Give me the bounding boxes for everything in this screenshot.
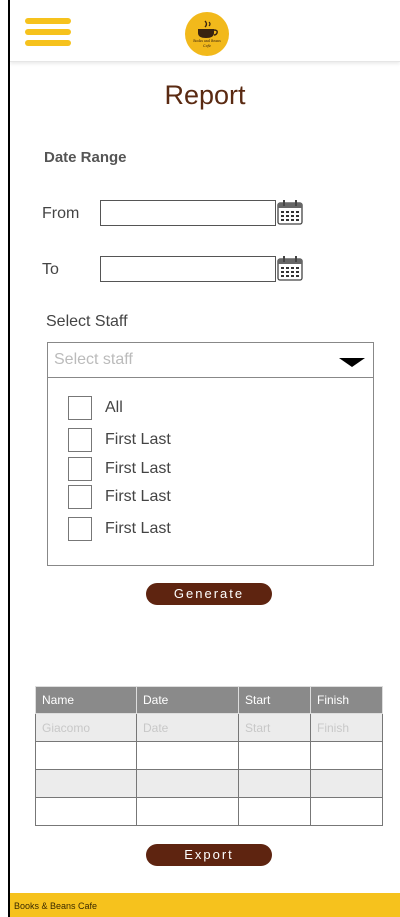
staff-option[interactable]: First Last [68, 428, 171, 452]
select-staff-label: Select Staff [46, 313, 128, 330]
staff-select[interactable]: Select staff [47, 342, 374, 378]
table-cell [238, 769, 311, 798]
table-cell: Date [136, 713, 239, 742]
from-label: From [42, 205, 80, 222]
logo-text-line1: Books and Beans [193, 39, 221, 43]
checkbox[interactable] [68, 396, 92, 420]
staff-option-label: All [105, 399, 123, 416]
from-date-input[interactable] [100, 200, 276, 226]
coffee-cup-icon: Books and Beans Cafe [193, 20, 221, 48]
table-cell [35, 741, 137, 770]
to-date-input[interactable] [100, 256, 276, 282]
staff-option-label: First Last [105, 431, 171, 448]
staff-checkbox-list: All First Last First Last First Last Fir… [47, 378, 374, 566]
staff-option[interactable]: First Last [68, 485, 171, 509]
table-cell [136, 797, 239, 826]
table-cell: Giacomo [35, 713, 137, 742]
staff-select-placeholder: Select staff [54, 351, 133, 368]
footer-bar: Books & Beans Cafe [10, 893, 400, 917]
staff-option-all[interactable]: All [68, 396, 123, 420]
table-cell [35, 797, 137, 826]
staff-option-label: First Last [105, 460, 171, 477]
app-frame: Books and Beans Cafe Report Date Range F… [8, 0, 400, 917]
table-row[interactable]: Giacomo Date Start Finish [35, 713, 383, 742]
table-row[interactable] [35, 769, 383, 798]
table-cell [310, 797, 383, 826]
export-button[interactable]: Export [146, 844, 272, 866]
staff-option-label: First Last [105, 488, 171, 505]
checkbox[interactable] [68, 428, 92, 452]
table-cell [238, 797, 311, 826]
column-header-name[interactable]: Name [35, 686, 137, 714]
table-cell [136, 741, 239, 770]
calendar-icon[interactable] [276, 254, 304, 282]
checkbox[interactable] [68, 517, 92, 541]
checkbox[interactable] [68, 457, 92, 481]
checkbox[interactable] [68, 485, 92, 509]
generate-button[interactable]: Generate [146, 583, 272, 605]
dropdown-arrow-icon [339, 358, 365, 367]
cafe-logo[interactable]: Books and Beans Cafe [185, 12, 229, 56]
staff-option-label: First Last [105, 520, 171, 537]
table-header-row: Name Date Start Finish [35, 686, 383, 714]
date-range-heading: Date Range [44, 149, 127, 166]
table-cell: Start [238, 713, 311, 742]
column-header-date[interactable]: Date [136, 686, 239, 714]
table-cell [310, 741, 383, 770]
column-header-start[interactable]: Start [238, 686, 311, 714]
table-cell: Finish [310, 713, 383, 742]
logo-text-line2: Cafe [203, 44, 211, 48]
staff-option[interactable]: First Last [68, 457, 171, 481]
to-label: To [42, 261, 59, 278]
table-cell [310, 769, 383, 798]
page-title: Report [164, 80, 246, 110]
header-bar: Books and Beans Cafe [10, 0, 400, 62]
staff-option[interactable]: First Last [68, 517, 171, 541]
table-row[interactable] [35, 741, 383, 770]
table-cell [35, 769, 137, 798]
table-cell [238, 741, 311, 770]
table-row[interactable] [35, 797, 383, 826]
hamburger-menu-icon[interactable] [25, 18, 71, 48]
column-header-finish[interactable]: Finish [310, 686, 383, 714]
table-cell [136, 769, 239, 798]
calendar-icon[interactable] [276, 198, 304, 226]
report-table: Name Date Start Finish Giacomo Date Star… [35, 686, 383, 826]
